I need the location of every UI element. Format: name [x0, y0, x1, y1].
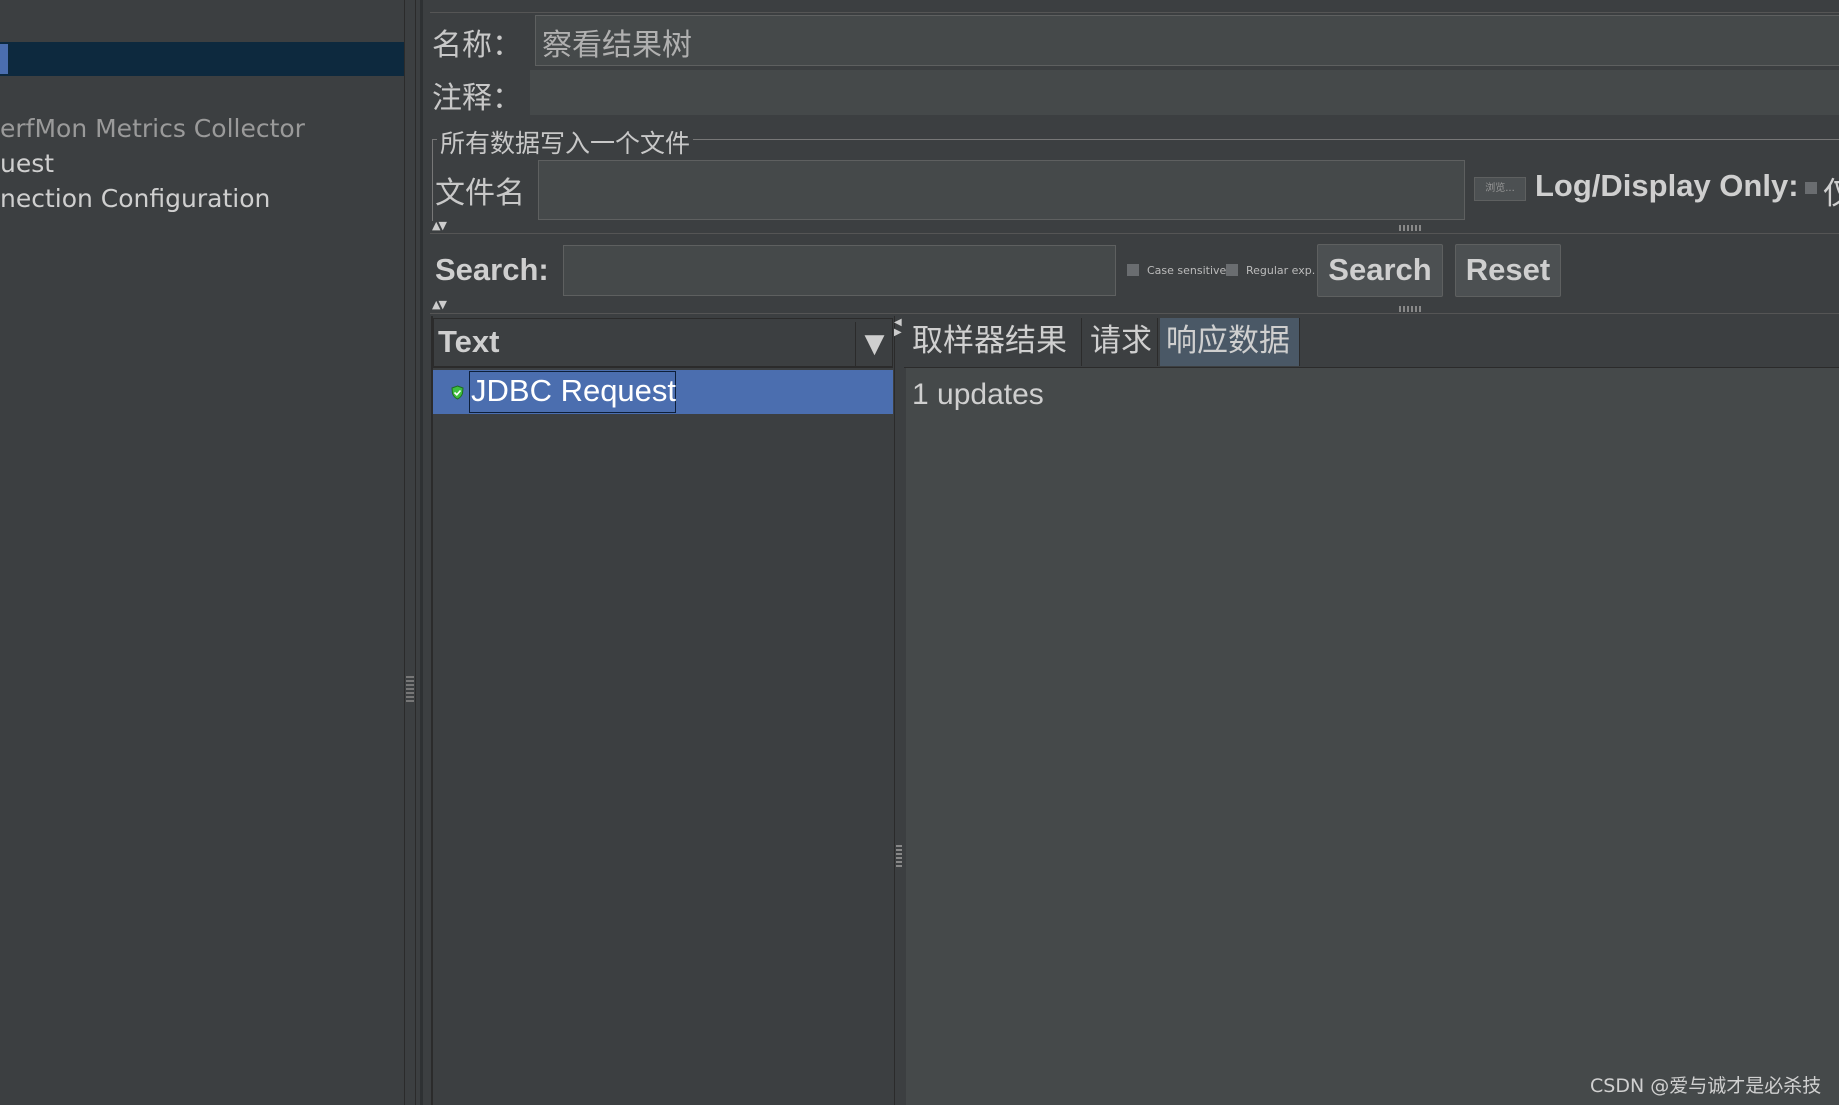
case-sensitive-checkbox[interactable]	[1127, 264, 1139, 276]
name-label: 名称：	[432, 28, 522, 63]
test-plan-tree-pane	[0, 0, 405, 1105]
result-label[interactable]: JDBC Request	[471, 373, 676, 409]
response-data-text: 1 updates	[912, 378, 1044, 411]
browse-button[interactable]: 浏览...	[1474, 177, 1526, 201]
top-divider	[430, 12, 1839, 13]
search-label: Search:	[435, 252, 549, 287]
results-tree	[433, 370, 893, 1105]
collapse-arrows-icon[interactable]: ▲▼	[432, 219, 447, 232]
split-grip-handle[interactable]	[896, 845, 902, 867]
filename-input[interactable]	[538, 160, 1465, 220]
filename-label: 文件名	[435, 176, 525, 211]
tree-selected-row-highlight	[0, 44, 8, 74]
tree-selected-row[interactable]	[0, 42, 405, 76]
write-to-file-legend: 所有数据写入一个文件	[437, 124, 694, 160]
search-input[interactable]	[563, 245, 1116, 296]
renderer-selector[interactable]	[433, 318, 893, 368]
collapse-arrows-icon[interactable]: ▲▼	[432, 298, 447, 311]
resize-grip-icon[interactable]	[1399, 225, 1421, 231]
reset-button[interactable]: Reset	[1455, 244, 1561, 297]
search-button[interactable]: Search	[1317, 244, 1443, 297]
regular-exp-checkbox[interactable]	[1226, 264, 1238, 276]
dropdown-arrow-icon[interactable]: ▼	[855, 322, 893, 366]
case-sensitive-label: Case sensitive	[1147, 264, 1227, 277]
tree-item-perfmon-metrics-collector[interactable]: erfMon Metrics Collector	[0, 114, 305, 143]
main-split-divider[interactable]	[404, 0, 416, 1105]
split-grip-handle[interactable]	[406, 676, 414, 702]
renderer-selected-value[interactable]: Text	[438, 324, 499, 360]
success-shield-icon	[450, 385, 465, 400]
tab-request[interactable]: 请求	[1084, 318, 1158, 366]
errors-label-clipped: 仅	[1823, 176, 1839, 212]
regular-exp-label: Regular exp.	[1246, 264, 1316, 277]
section-divider	[430, 233, 1839, 234]
comment-input[interactable]	[530, 70, 1839, 115]
section-divider	[430, 313, 1839, 314]
response-data-panel[interactable]	[906, 368, 1839, 1105]
resize-grip-icon[interactable]	[1399, 306, 1421, 312]
log-display-only-label: Log/Display Only:	[1535, 168, 1799, 203]
errors-checkbox[interactable]	[1805, 182, 1817, 194]
comment-label: 注释：	[432, 81, 522, 116]
tree-item-connection-configuration[interactable]: nection Configuration	[0, 184, 270, 213]
tab-sampler-result[interactable]: 取样器结果	[906, 318, 1082, 366]
tab-response-data[interactable]: 响应数据	[1160, 318, 1300, 366]
results-split-divider[interactable]	[894, 316, 904, 1105]
split-expand-arrows-icon[interactable]: ◀ ▶	[894, 318, 902, 338]
tree-item-request[interactable]: uest	[0, 149, 54, 178]
watermark: CSDN @爱与诚才是必杀技	[1590, 1075, 1822, 1097]
name-input[interactable]: 察看结果树	[535, 15, 1839, 66]
